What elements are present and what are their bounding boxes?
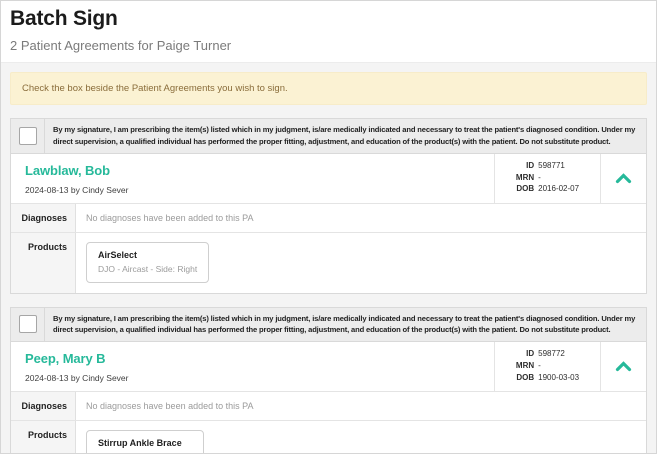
- agreement-created-by: 2024-08-13 by Cindy Sever: [25, 185, 486, 195]
- products-row: Products Stirrup Ankle Brace DJO - Airca…: [11, 421, 646, 453]
- diagnoses-label: Diagnoses: [11, 392, 76, 420]
- no-diagnoses-message: No diagnoses have been added to this PA: [86, 400, 253, 411]
- agreement-card-header: By my signature, I am prescribing the it…: [11, 119, 646, 154]
- products-label: Products: [11, 233, 76, 293]
- products-content: AirSelect DJO - Aircast - Side: Right: [76, 233, 646, 293]
- dob-label: DOB: [516, 184, 534, 195]
- mrn-value: -: [538, 361, 579, 372]
- agreement-card: By my signature, I am prescribing the it…: [10, 307, 647, 453]
- diagnoses-content: No diagnoses have been added to this PA: [76, 204, 646, 232]
- batch-sign-page: Batch Sign 2 Patient Agreements for Paig…: [0, 0, 657, 454]
- collapse-toggle[interactable]: [600, 342, 646, 391]
- agreement-card: By my signature, I am prescribing the it…: [10, 118, 647, 294]
- patient-info: Lawblaw, Bob 2024-08-13 by Cindy Sever: [11, 154, 494, 203]
- chevron-up-icon: [615, 361, 632, 372]
- product-name: Stirrup Ankle Brace: [98, 438, 192, 448]
- agreement-card-header: By my signature, I am prescribing the it…: [11, 308, 646, 343]
- patient-identifiers: ID 598772 MRN - DOB 1900-03-03: [494, 342, 600, 391]
- products-label: Products: [11, 421, 76, 453]
- diagnoses-label: Diagnoses: [11, 204, 76, 232]
- id-label: ID: [516, 349, 534, 360]
- page-header: Batch Sign 2 Patient Agreements for Paig…: [1, 1, 656, 62]
- patient-row: Peep, Mary B 2024-08-13 by Cindy Sever I…: [11, 342, 646, 392]
- diagnoses-row: Diagnoses No diagnoses have been added t…: [11, 392, 646, 421]
- patient-info: Peep, Mary B 2024-08-13 by Cindy Sever: [11, 342, 494, 391]
- id-value: 598771: [538, 161, 579, 172]
- id-label: ID: [516, 161, 534, 172]
- patient-name-link[interactable]: Lawblaw, Bob: [25, 163, 110, 178]
- signature-disclaimer: By my signature, I am prescribing the it…: [45, 119, 646, 153]
- no-diagnoses-message: No diagnoses have been added to this PA: [86, 212, 253, 223]
- products-row: Products AirSelect DJO - Aircast - Side:…: [11, 233, 646, 293]
- dob-value: 2016-02-07: [538, 184, 579, 195]
- id-value: 598772: [538, 349, 579, 360]
- mrn-value: -: [538, 173, 579, 184]
- product-card: AirSelect DJO - Aircast - Side: Right: [86, 242, 209, 283]
- chevron-up-icon: [615, 173, 632, 184]
- page-subtitle: 2 Patient Agreements for Paige Turner: [10, 38, 646, 53]
- diagnoses-content: No diagnoses have been added to this PA: [76, 392, 646, 420]
- sign-checkbox-cell: [11, 308, 45, 342]
- sign-checkbox[interactable]: [19, 127, 37, 145]
- diagnoses-row: Diagnoses No diagnoses have been added t…: [11, 204, 646, 233]
- signature-disclaimer: By my signature, I am prescribing the it…: [45, 308, 646, 342]
- content-area: Check the box beside the Patient Agreeme…: [1, 62, 656, 453]
- page-title: Batch Sign: [10, 7, 646, 31]
- instruction-alert: Check the box beside the Patient Agreeme…: [10, 72, 647, 105]
- dob-value: 1900-03-03: [538, 373, 579, 384]
- patient-row: Lawblaw, Bob 2024-08-13 by Cindy Sever I…: [11, 154, 646, 204]
- patient-identifiers: ID 598771 MRN - DOB 2016-02-07: [494, 154, 600, 203]
- dob-label: DOB: [516, 373, 534, 384]
- sign-checkbox-cell: [11, 119, 45, 153]
- product-name: AirSelect: [98, 250, 197, 260]
- agreement-created-by: 2024-08-13 by Cindy Sever: [25, 373, 486, 383]
- product-card: Stirrup Ankle Brace DJO - Aircast - Side…: [86, 430, 204, 453]
- patient-name-link[interactable]: Peep, Mary B: [25, 351, 105, 366]
- product-details: DJO - Aircast - Side: Right: [98, 264, 197, 274]
- product-details: DJO - Aircast - Side: Left: [98, 452, 192, 453]
- products-content: Stirrup Ankle Brace DJO - Aircast - Side…: [76, 421, 646, 453]
- collapse-toggle[interactable]: [600, 154, 646, 203]
- sign-checkbox[interactable]: [19, 315, 37, 333]
- mrn-label: MRN: [516, 361, 534, 372]
- mrn-label: MRN: [516, 173, 534, 184]
